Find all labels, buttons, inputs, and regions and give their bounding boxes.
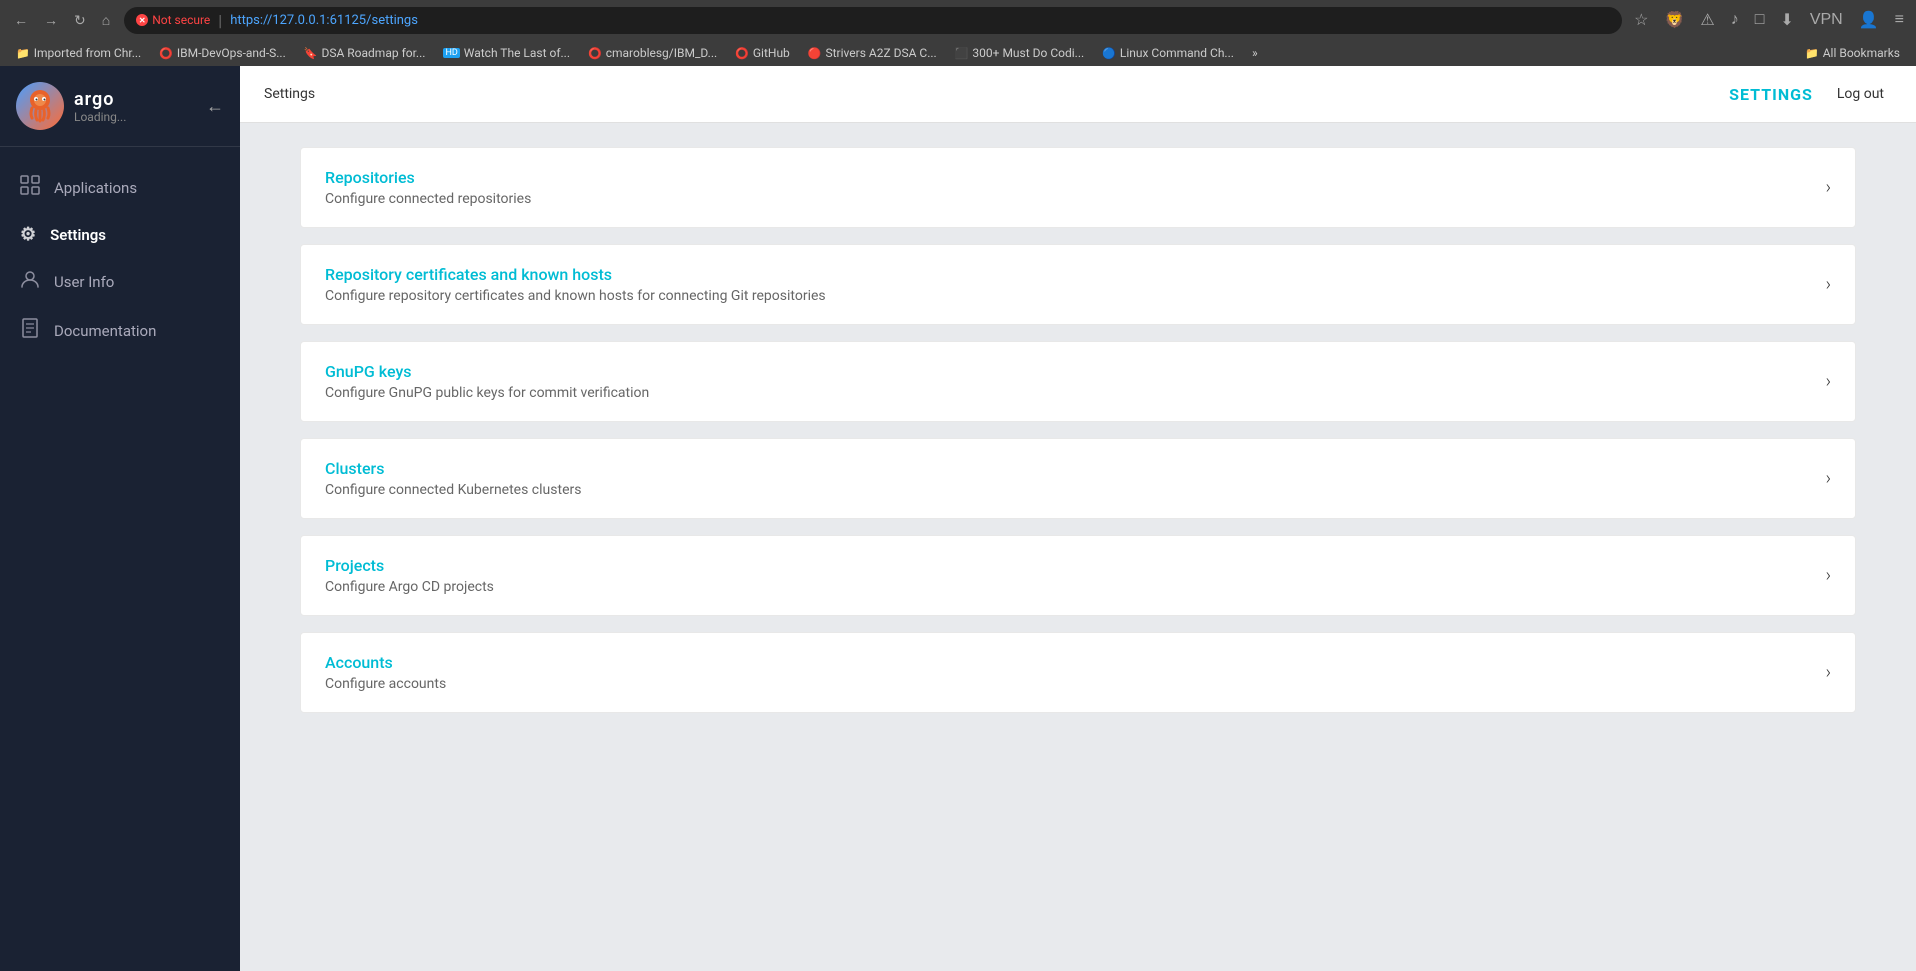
separator: | (218, 11, 222, 30)
not-secure-icon: ✕ (136, 14, 148, 26)
projects-chevron: › (1826, 565, 1831, 586)
sidebar-logo: argo Loading... ← (0, 66, 240, 147)
logo-name: argo (74, 89, 126, 110)
sidebar-item-userinfo[interactable]: User Info (0, 257, 240, 306)
clusters-desc: Configure connected Kubernetes clusters (325, 482, 1826, 498)
refresh-button[interactable]: ↻ (68, 8, 92, 33)
home-button[interactable]: ⌂ (96, 8, 116, 33)
url-display: https://127.0.0.1:61125/settings (230, 13, 418, 28)
back-button[interactable]: ← (8, 8, 34, 33)
projects-desc: Configure Argo CD projects (325, 579, 1826, 595)
settings-label: SETTINGS (1729, 85, 1813, 104)
sidebar-item-settings-label: Settings (50, 226, 106, 244)
repositories-content: Repositories Configure connected reposit… (325, 168, 1826, 207)
bookmark-dsa[interactable]: 🔖 DSA Roadmap for... (296, 44, 434, 62)
sidebar-item-applications-label: Applications (54, 179, 137, 197)
downloads-button[interactable]: ⬇ (1776, 6, 1797, 34)
logo-status: Loading... (74, 110, 126, 124)
content-area: Repositories Configure connected reposit… (240, 123, 1916, 971)
repo-certs-desc: Configure repository certificates and kn… (325, 288, 1826, 304)
browser-chrome: ← → ↻ ⌂ ✕ Not secure | https://127.0.0.1… (0, 0, 1916, 66)
bookmark-watch[interactable]: HD Watch The Last of... (435, 44, 578, 62)
avatar (16, 82, 64, 130)
gnupg-title: GnuPG keys (325, 362, 1826, 381)
projects-content: Projects Configure Argo CD projects (325, 556, 1826, 595)
nav-buttons: ← → ↻ ⌂ (8, 8, 116, 33)
bookmark-cmarob[interactable]: ⭕ cmaroblesg/IBM_D... (580, 44, 725, 62)
gnupg-content: GnuPG keys Configure GnuPG public keys f… (325, 362, 1826, 401)
repositories-chevron: › (1826, 177, 1831, 198)
bookmark-strivers[interactable]: 🔴 Strivers A2Z DSA C... (800, 44, 945, 62)
gnupg-desc: Configure GnuPG public keys for commit v… (325, 385, 1826, 401)
sidebar-nav: Applications ⚙ Settings User Info (0, 147, 240, 371)
sidebar-item-settings[interactable]: ⚙ Settings (0, 212, 240, 257)
bookmark-all[interactable]: 📁 All Bookmarks (1797, 44, 1908, 62)
clusters-content: Clusters Configure connected Kubernetes … (325, 459, 1826, 498)
logo-text: argo Loading... (74, 89, 126, 124)
accounts-chevron: › (1826, 662, 1831, 683)
accounts-card[interactable]: Accounts Configure accounts › (300, 632, 1856, 713)
app-container: argo Loading... ← Applications ⚙ (0, 66, 1916, 971)
bookmark-imported[interactable]: 📁 Imported from Chr... (8, 44, 149, 62)
accounts-desc: Configure accounts (325, 676, 1826, 692)
profile-button[interactable]: 👤 (1855, 6, 1883, 34)
bookmarks-bar: 📁 Imported from Chr... ⭕ IBM-DevOps-and-… (0, 40, 1916, 66)
user-icon (20, 269, 40, 294)
forward-button[interactable]: → (38, 8, 64, 33)
bookmark-more[interactable]: » (1244, 44, 1266, 62)
repositories-desc: Configure connected repositories (325, 191, 1826, 207)
logout-button[interactable]: Log out (1829, 82, 1892, 106)
repo-certs-title: Repository certificates and known hosts (325, 265, 1826, 284)
gnupg-card[interactable]: GnuPG keys Configure GnuPG public keys f… (300, 341, 1856, 422)
repositories-card[interactable]: Repositories Configure connected reposit… (300, 147, 1856, 228)
settings-icon: ⚙ (20, 224, 36, 245)
documentation-icon (20, 318, 40, 343)
not-secure-label: Not secure (152, 13, 210, 27)
sidebar-item-userinfo-label: User Info (54, 273, 114, 291)
page-title: Settings (264, 86, 315, 102)
accounts-content: Accounts Configure accounts (325, 653, 1826, 692)
repo-certs-content: Repository certificates and known hosts … (325, 265, 1826, 304)
browser-actions: ☆ 🦁 ⚠ ♪ □ ⬇ VPN 👤 ≡ (1630, 6, 1908, 34)
back-icon[interactable]: ← (206, 96, 224, 117)
music-button[interactable]: ♪ (1727, 7, 1743, 33)
clusters-title: Clusters (325, 459, 1826, 478)
bookmark-button[interactable]: ☆ (1630, 6, 1652, 34)
repo-certs-card[interactable]: Repository certificates and known hosts … (300, 244, 1856, 325)
menu-button[interactable]: ≡ (1891, 7, 1908, 33)
projects-title: Projects (325, 556, 1826, 575)
bookmark-linux[interactable]: 🔵 Linux Command Ch... (1094, 44, 1242, 62)
applications-icon (20, 175, 40, 200)
not-secure-indicator: ✕ Not secure (136, 13, 210, 27)
sidebar-item-applications[interactable]: Applications (0, 163, 240, 212)
header-right: SETTINGS Log out (1729, 82, 1892, 106)
repositories-title: Repositories (325, 168, 1826, 187)
gnupg-chevron: › (1826, 371, 1831, 392)
clusters-chevron: › (1826, 468, 1831, 489)
sidebar-item-documentation-label: Documentation (54, 322, 156, 340)
vpn-button[interactable]: VPN (1806, 7, 1847, 33)
brave-shield-button[interactable]: 🦁 (1660, 6, 1688, 34)
bookmark-github[interactable]: ⭕ GitHub (727, 44, 798, 62)
clusters-card[interactable]: Clusters Configure connected Kubernetes … (300, 438, 1856, 519)
extension-button[interactable]: □ (1751, 7, 1769, 33)
sidebar: argo Loading... ← Applications ⚙ (0, 66, 240, 971)
bookmark-ibm[interactable]: ⭕ IBM-DevOps-and-S... (151, 44, 294, 62)
accounts-title: Accounts (325, 653, 1826, 672)
sidebar-item-documentation[interactable]: Documentation (0, 306, 240, 355)
projects-card[interactable]: Projects Configure Argo CD projects › (300, 535, 1856, 616)
address-bar[interactable]: ✕ Not secure | https://127.0.0.1:61125/s… (124, 7, 1622, 34)
browser-toolbar: ← → ↻ ⌂ ✕ Not secure | https://127.0.0.1… (0, 0, 1916, 40)
main-header: Settings SETTINGS Log out (240, 66, 1916, 123)
repo-certs-chevron: › (1826, 274, 1831, 295)
main-content: Settings SETTINGS Log out Repositories C… (240, 66, 1916, 971)
bookmark-300[interactable]: ⬛ 300+ Must Do Codi... (947, 44, 1092, 62)
alert-button[interactable]: ⚠ (1696, 6, 1718, 34)
